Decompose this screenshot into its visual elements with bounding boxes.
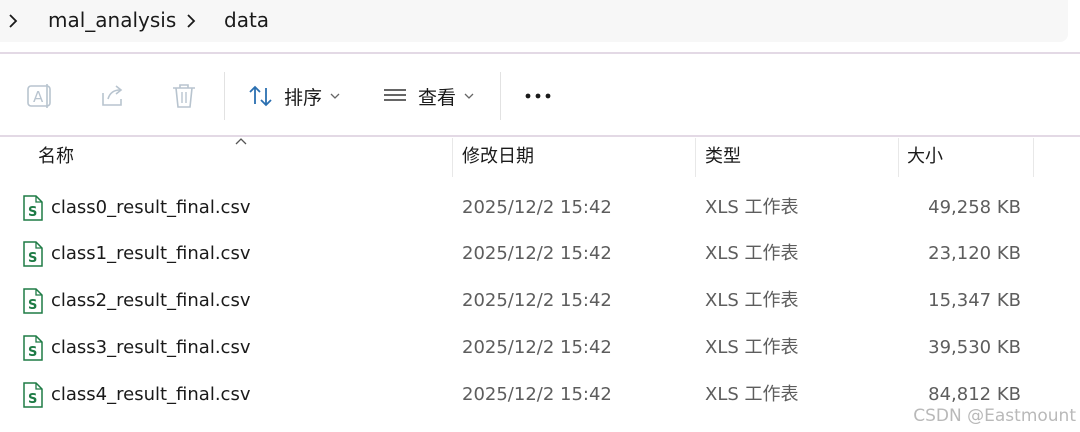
sort-label: 排序 xyxy=(284,86,323,109)
file-name: class3_result_final.csv xyxy=(51,337,251,358)
svg-text:S: S xyxy=(28,392,37,407)
column-header-date[interactable]: 修改日期 xyxy=(462,137,534,177)
file-row[interactable]: S class3_result_final.csv 2025/12/2 15:4… xyxy=(0,325,1035,371)
breadcrumb-item-mal-analysis[interactable]: mal_analysis xyxy=(48,7,176,33)
file-row[interactable]: S class4_result_final.csv 2025/12/2 15:4… xyxy=(0,372,1035,418)
csv-file-icon: S xyxy=(23,382,43,408)
csv-file-icon: S xyxy=(23,335,43,361)
file-size: 15,347 KB xyxy=(928,290,1021,311)
chevron-down-icon xyxy=(464,93,474,99)
view-icon xyxy=(384,89,406,101)
rename-icon[interactable]: A xyxy=(25,81,55,111)
breadcrumb-item-data[interactable]: data xyxy=(224,7,269,33)
svg-text:S: S xyxy=(28,251,37,266)
column-header-type[interactable]: 类型 xyxy=(705,137,741,177)
file-row[interactable]: S class0_result_final.csv 2025/12/2 15:4… xyxy=(0,185,1035,231)
view-button[interactable]: 查看 xyxy=(382,80,474,112)
file-type: XLS 工作表 xyxy=(705,384,799,405)
column-header-name[interactable]: 名称 xyxy=(38,137,74,177)
sort-ascending-icon xyxy=(235,138,247,145)
divider xyxy=(0,52,1080,54)
svg-text:S: S xyxy=(28,345,37,360)
file-name: class1_result_final.csv xyxy=(51,243,251,264)
file-name: class4_result_final.csv xyxy=(51,384,251,405)
file-date: 2025/12/2 15:42 xyxy=(462,337,612,358)
chevron-right-icon[interactable] xyxy=(8,11,18,31)
column-divider[interactable] xyxy=(1033,138,1034,177)
sort-icon xyxy=(249,85,272,107)
toolbar-separator xyxy=(500,72,501,120)
file-row[interactable]: S class1_result_final.csv 2025/12/2 15:4… xyxy=(0,231,1035,277)
svg-text:S: S xyxy=(28,205,37,220)
view-label: 查看 xyxy=(418,86,457,109)
column-divider[interactable] xyxy=(898,138,899,177)
column-header-size[interactable]: 大小 xyxy=(907,137,943,177)
csv-file-icon: S xyxy=(23,195,43,221)
watermark: CSDN @Eastmount xyxy=(913,406,1076,426)
address-bar[interactable]: mal_analysis data xyxy=(0,0,1068,42)
file-type: XLS 工作表 xyxy=(705,197,799,218)
file-date: 2025/12/2 15:42 xyxy=(462,290,612,311)
svg-text:A: A xyxy=(33,88,44,106)
file-name: class2_result_final.csv xyxy=(51,290,251,311)
column-divider[interactable] xyxy=(452,138,453,177)
file-type: XLS 工作表 xyxy=(705,243,799,264)
file-type: XLS 工作表 xyxy=(705,290,799,311)
file-date: 2025/12/2 15:42 xyxy=(462,243,612,264)
share-icon[interactable] xyxy=(98,81,128,111)
csv-file-icon: S xyxy=(23,241,43,267)
toolbar-separator xyxy=(224,72,225,120)
svg-text:S: S xyxy=(28,298,37,313)
chevron-right-icon[interactable] xyxy=(186,11,196,31)
file-size: 39,530 KB xyxy=(928,337,1021,358)
file-date: 2025/12/2 15:42 xyxy=(462,197,612,218)
chevron-down-icon xyxy=(330,93,340,99)
file-name: class0_result_final.csv xyxy=(51,197,251,218)
sort-button[interactable]: 排序 xyxy=(248,80,340,112)
column-divider[interactable] xyxy=(695,138,696,177)
file-type: XLS 工作表 xyxy=(705,337,799,358)
file-size: 49,258 KB xyxy=(928,197,1021,218)
csv-file-icon: S xyxy=(23,288,43,314)
file-row[interactable]: S class2_result_final.csv 2025/12/2 15:4… xyxy=(0,278,1035,324)
delete-icon[interactable] xyxy=(169,81,199,111)
more-icon[interactable] xyxy=(522,84,554,108)
file-date: 2025/12/2 15:42 xyxy=(462,384,612,405)
file-size: 23,120 KB xyxy=(928,243,1021,264)
